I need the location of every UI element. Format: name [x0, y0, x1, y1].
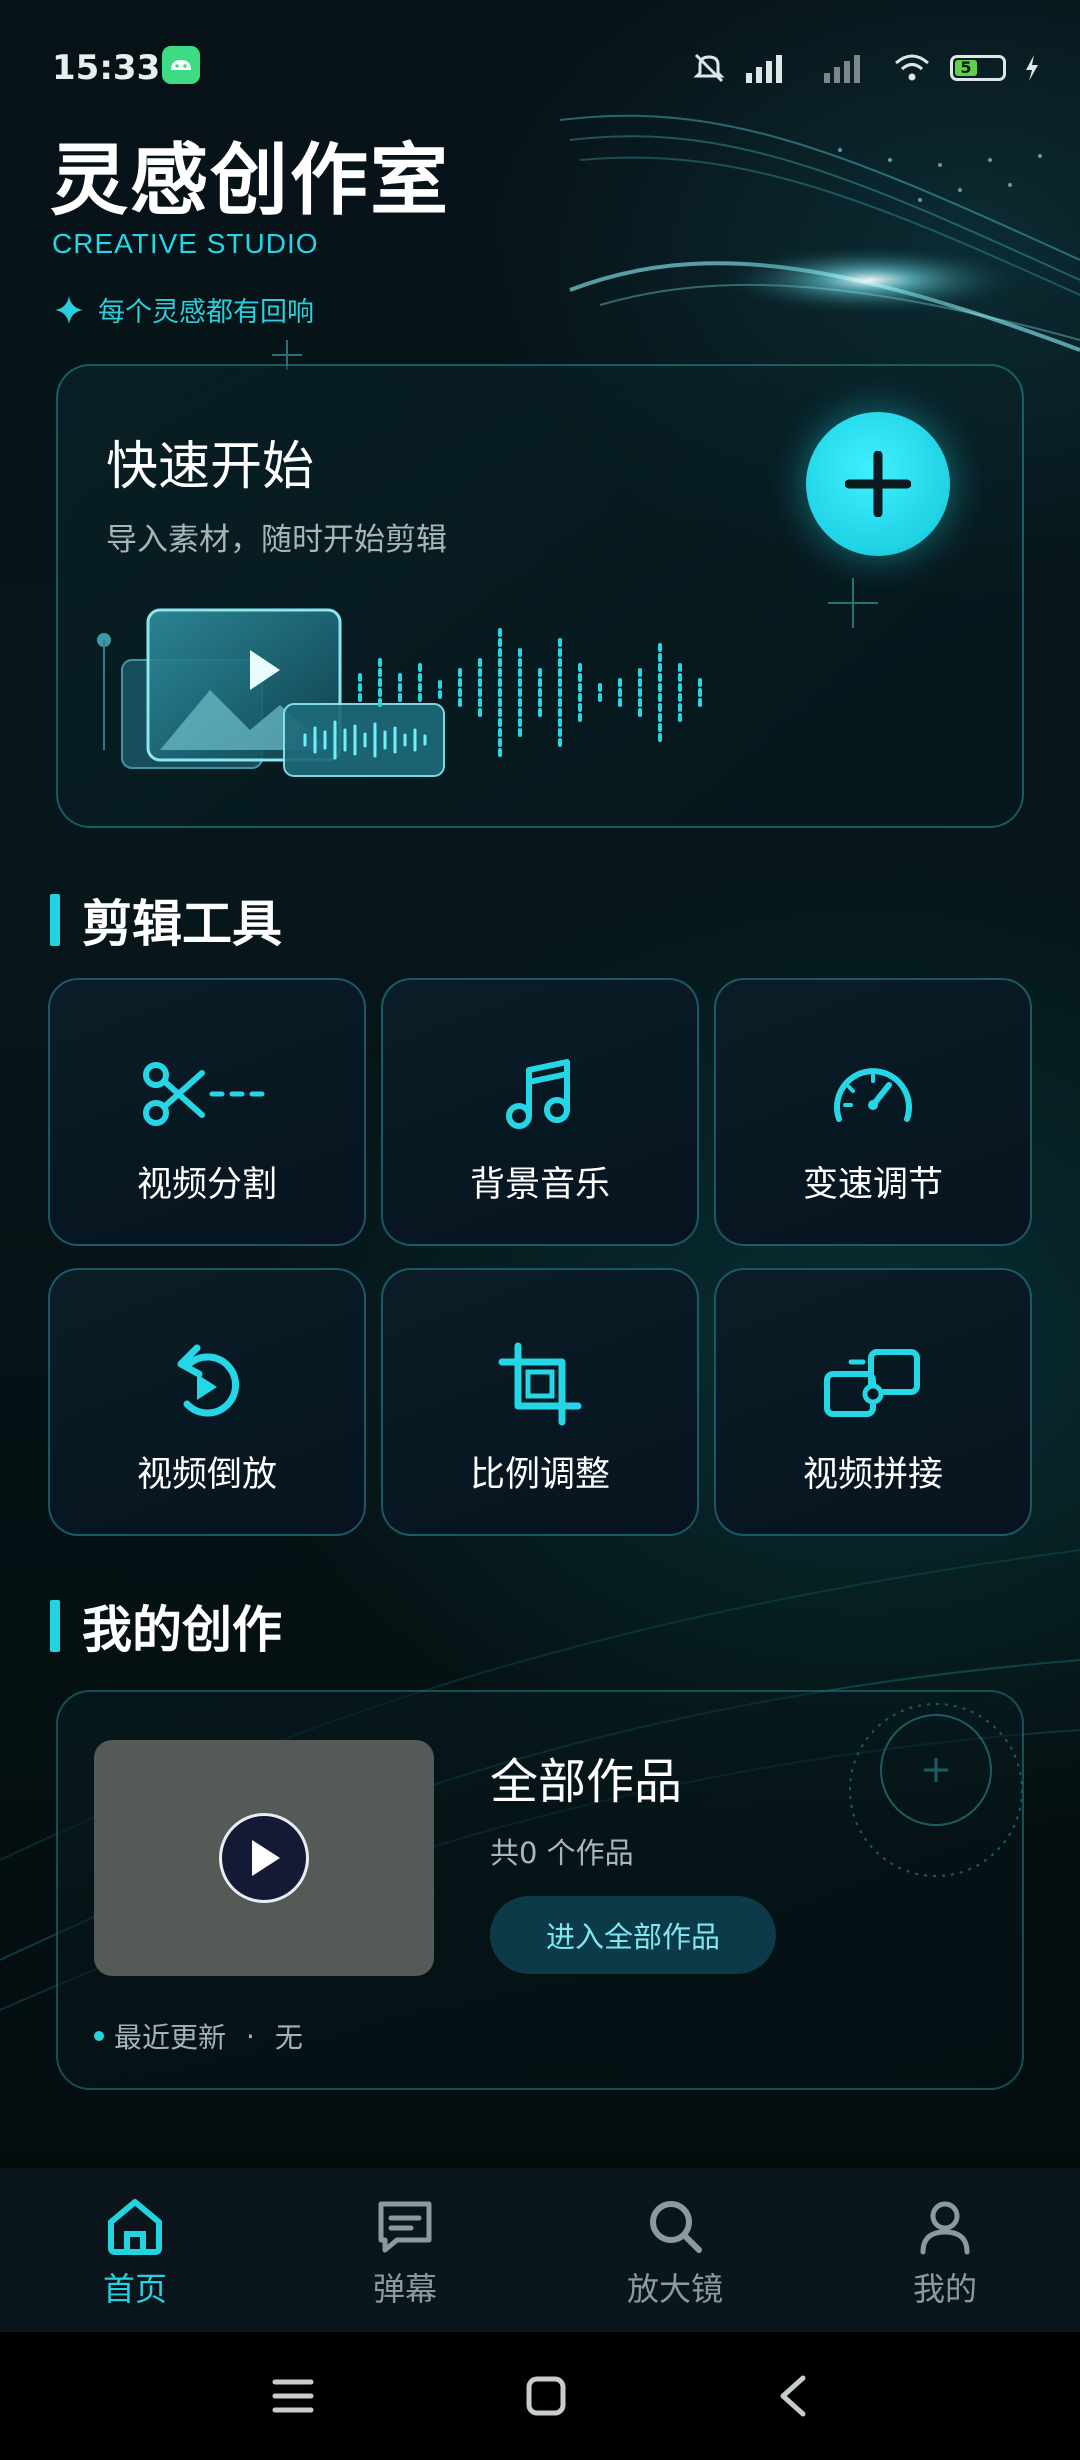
section-accent-bar: [50, 894, 60, 946]
nav-label: 我的: [912, 2270, 977, 2308]
app-title: 灵感创作室: [50, 136, 451, 226]
works-card-decoration: [849, 1703, 1023, 1877]
last-updated-value: 无: [274, 2021, 303, 2054]
last-updated: 最近更新 · 无: [94, 2016, 303, 2056]
signal-icon-2: [824, 55, 860, 83]
plus-icon: [845, 451, 911, 517]
user-icon: [920, 2201, 970, 2255]
back-icon[interactable]: [777, 2374, 809, 2418]
media-illustration: [97, 608, 702, 777]
works-card-title: 全部作品: [490, 1754, 683, 1810]
system-nav-bar: [0, 2332, 1080, 2460]
quick-start-subtitle: 导入素材，随时开始剪辑: [106, 522, 447, 558]
works-section-title: 我的创作: [82, 1601, 282, 1659]
tools-section-header: 剪辑工具: [50, 884, 282, 956]
puzzle-join-icon: [823, 1342, 923, 1426]
sparkle-icon: [55, 295, 83, 324]
last-updated-separator: ·: [246, 2019, 255, 2053]
crop-icon: [498, 1342, 582, 1426]
search-icon: [650, 2201, 702, 2253]
battery-icon: 5: [950, 55, 1006, 81]
music-note-icon: [505, 1052, 575, 1136]
tool-label: 变速调节: [802, 1165, 943, 1205]
quick-start-title: 快速开始: [106, 437, 315, 497]
nav-home[interactable]: 首页: [35, 2194, 235, 2310]
tool-label: 视频分割: [136, 1165, 277, 1205]
speedometer-icon: [831, 1052, 915, 1136]
signal-icon: [746, 55, 782, 83]
tool-background-music[interactable]: 背景音乐: [381, 978, 699, 1246]
nav-label: 放大镜: [626, 2270, 723, 2308]
works-count: 共0 个作品: [490, 1836, 634, 1870]
status-icons: 5: [692, 50, 1040, 86]
section-accent-bar: [50, 1600, 60, 1652]
play-icon: [219, 1813, 309, 1903]
header-light-decoration: [559, 114, 1080, 352]
nav-label: 首页: [102, 2270, 167, 2308]
app-screen: 15:33 5 灵感创作室 CREATIVE STUDIO 每个灵感都有回响 快…: [0, 0, 1080, 2460]
status-time: 15:33: [52, 48, 161, 88]
tools-section-title: 剪辑工具: [82, 895, 282, 953]
last-updated-label: 最近更新: [114, 2021, 227, 2054]
bottom-nav: 首页 弹幕 放大镜 我的: [0, 2168, 1080, 2332]
reverse-play-icon: [167, 1342, 247, 1426]
plus-decoration-2: [828, 578, 878, 628]
app-subtitle: CREATIVE STUDIO: [52, 228, 319, 259]
tool-label: 背景音乐: [469, 1165, 610, 1205]
scissors-icon: [142, 1052, 272, 1136]
nav-danmaku[interactable]: 弹幕: [305, 2194, 505, 2310]
tool-video-join[interactable]: 视频拼接: [714, 1268, 1032, 1536]
tool-label: 比例调整: [469, 1455, 610, 1495]
works-section-header: 我的创作: [50, 1590, 282, 1662]
tool-video-reverse[interactable]: 视频倒放: [48, 1268, 366, 1536]
slogan-text: 每个灵感都有回响: [98, 297, 314, 328]
add-button[interactable]: [806, 412, 950, 556]
tool-ratio-adjust[interactable]: 比例调整: [381, 1268, 699, 1536]
tool-video-split[interactable]: 视频分割: [48, 978, 366, 1246]
charging-icon: [1026, 55, 1038, 81]
view-all-works-button[interactable]: 进入全部作品: [490, 1896, 776, 1974]
mute-icon: [693, 53, 725, 83]
android-app-icon: [162, 46, 200, 84]
tool-speed-adjust[interactable]: 变速调节: [714, 978, 1032, 1246]
home-icon: [108, 2199, 162, 2255]
nav-magnifier[interactable]: 放大镜: [575, 2194, 775, 2310]
wifi-icon: [895, 54, 929, 81]
works-thumbnail[interactable]: [94, 1740, 434, 1976]
battery-level: 5: [955, 60, 977, 76]
nav-profile[interactable]: 我的: [845, 2194, 1045, 2310]
home-square-icon[interactable]: [525, 2375, 567, 2417]
status-dot: [94, 2031, 104, 2041]
menu-icon[interactable]: [271, 2376, 315, 2416]
nav-label: 弹幕: [372, 2270, 437, 2308]
slogan: 每个灵感都有回响: [54, 290, 314, 329]
message-icon: [378, 2201, 432, 2253]
tool-label: 视频倒放: [136, 1455, 277, 1495]
tool-label: 视频拼接: [802, 1455, 943, 1495]
